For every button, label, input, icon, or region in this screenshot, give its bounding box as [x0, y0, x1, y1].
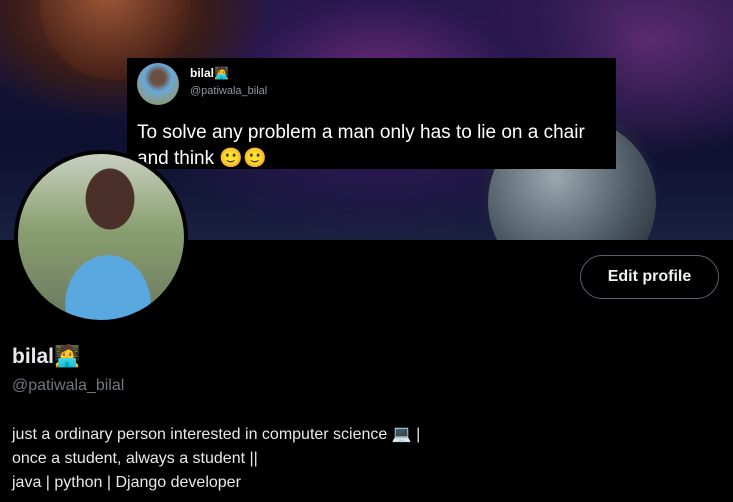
profile-name: bilal🧑‍💻: [12, 345, 80, 369]
profile-bio: just a ordinary person interested in com…: [12, 423, 420, 495]
edit-profile-button[interactable]: Edit profile: [580, 255, 719, 299]
profile-name-text: bilal: [12, 345, 55, 368]
tweet-author-name-text: bilal: [190, 66, 215, 80]
bio-line: just a ordinary person interested in com…: [12, 426, 421, 443]
tweet-author-name: bilal🧑‍💻: [190, 66, 229, 80]
bio-line: once a student, always a student ||: [12, 450, 258, 467]
technologist-emoji-icon: 🧑‍💻: [214, 66, 229, 80]
technologist-emoji-icon: 🧑‍💻: [54, 345, 81, 368]
tweet-author-handle: @patiwala_bilal: [190, 85, 268, 97]
tweet-text: To solve any problem a man only has to l…: [137, 122, 585, 169]
tweet-avatar: [137, 63, 179, 105]
banner-tweet-card: bilal🧑‍💻 @patiwala_bilal To solve any pr…: [127, 58, 616, 169]
profile-avatar[interactable]: [14, 150, 188, 324]
profile-handle: @patiwala_bilal: [12, 377, 125, 394]
bio-line: java | python | Django developer: [12, 474, 241, 491]
